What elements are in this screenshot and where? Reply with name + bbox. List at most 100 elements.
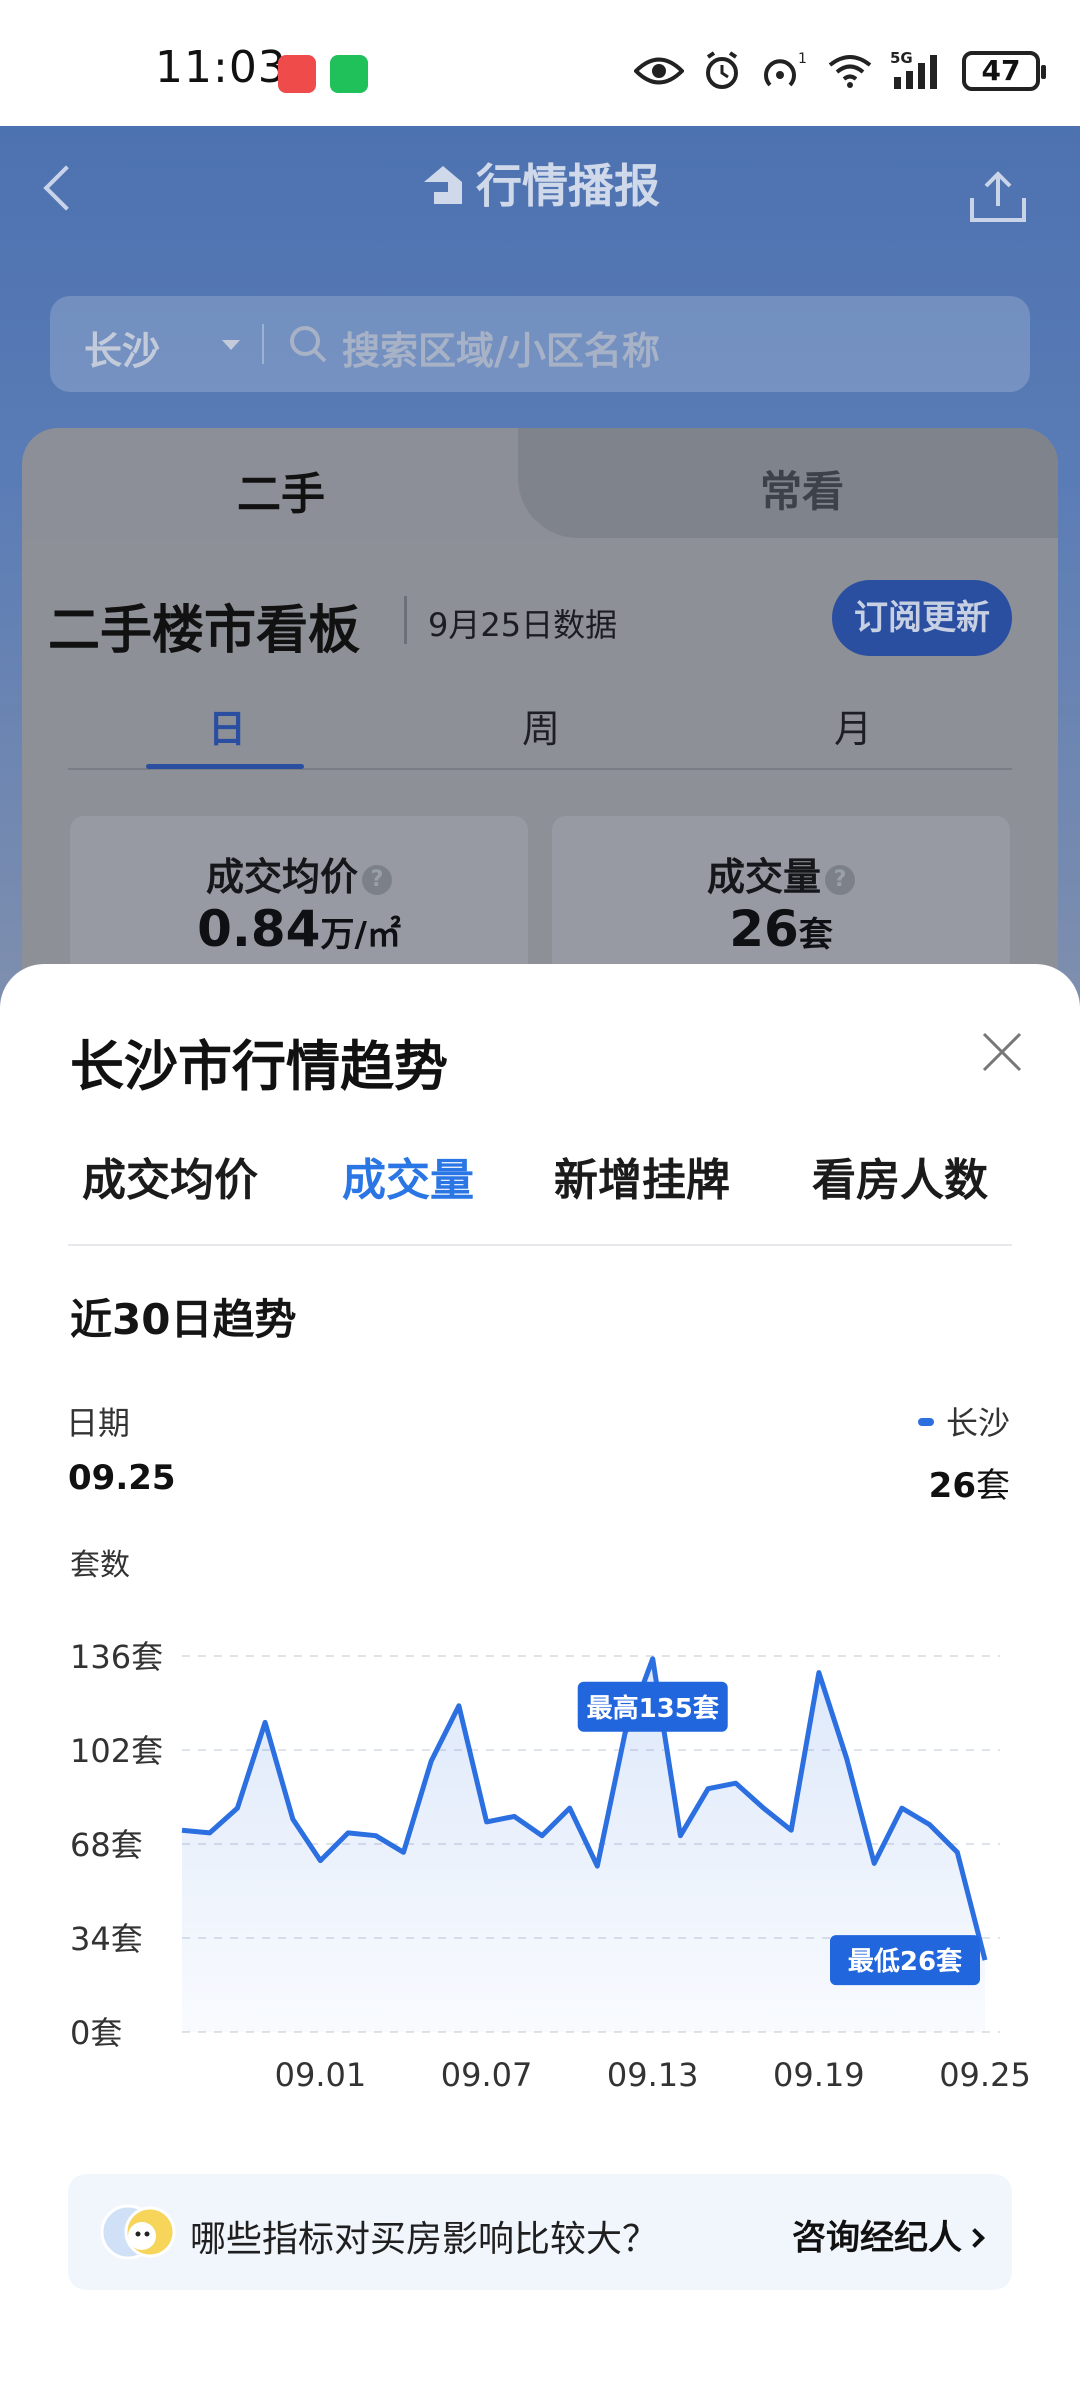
y-tick-label: 136套	[70, 1638, 163, 1676]
data-point	[677, 1833, 683, 1839]
city-selector[interactable]: 长沙	[84, 320, 160, 375]
divider	[404, 596, 407, 644]
advisor-banner[interactable]: 哪些指标对买房影响比较大？ 咨询经纪人	[68, 2174, 1012, 2290]
data-point	[234, 1805, 240, 1811]
tab-frequent[interactable]: 常看	[760, 458, 844, 519]
huawei-app-icon	[278, 55, 316, 93]
data-point	[844, 1755, 850, 1761]
battery-indicator: 47	[962, 51, 1046, 91]
period-tab-month[interactable]: 月	[834, 698, 872, 753]
eye-icon	[634, 57, 684, 85]
status-bar: 11:03 1 5G 47	[0, 0, 1080, 126]
chart-legend: 长沙	[917, 1398, 1010, 1444]
stat-unit: 套	[798, 915, 833, 955]
data-point	[927, 1822, 933, 1828]
share-icon[interactable]	[968, 170, 1028, 226]
wifi-icon	[828, 55, 872, 88]
data-point	[594, 1863, 600, 1869]
consult-agent-link[interactable]: 咨询经纪人	[792, 2210, 985, 2259]
active-tab-indicator	[146, 764, 304, 769]
stat-unit: 万/㎡	[320, 915, 401, 955]
data-point	[401, 1849, 407, 1855]
period-tab-day[interactable]: 日	[208, 698, 246, 753]
x-tick-label: 09.25	[939, 2056, 1031, 2094]
tab-volume[interactable]: 成交量	[342, 1144, 474, 1208]
status-icons: 1 5G 47	[634, 46, 1046, 96]
search-input[interactable]: 搜索区域/小区名称	[342, 320, 660, 375]
trend-sheet: 长沙市行情趋势 成交均价 成交量 新增挂牌 看房人数 近30日趋势 日期 09.…	[0, 964, 1080, 2400]
close-icon[interactable]	[980, 1030, 1024, 1074]
stat-label: 成交均价	[205, 855, 358, 899]
y-tick-label: 102套	[70, 1732, 163, 1770]
period-tab-week[interactable]: 周	[522, 698, 560, 753]
data-point	[871, 1860, 877, 1866]
data-point	[650, 1656, 656, 1662]
data-point	[567, 1805, 573, 1811]
divider	[68, 1244, 1012, 1246]
stat-label: 成交量	[706, 855, 821, 899]
data-point	[262, 1719, 268, 1725]
signal-icon: 5G	[890, 49, 944, 91]
y-tick-label: 0套	[70, 2014, 122, 2052]
data-point	[705, 1786, 711, 1792]
search-bar[interactable]: 长沙 搜索区域/小区名称	[50, 296, 1030, 392]
chevron-right-icon	[965, 2228, 985, 2248]
banner-question: 哪些指标对买房影响比较大？	[190, 2219, 659, 2260]
x-tick-label: 09.01	[275, 2056, 367, 2094]
annotation-label: 最低26套	[848, 1947, 963, 1977]
data-point	[456, 1703, 462, 1709]
data-point	[290, 1816, 296, 1822]
help-icon[interactable]: ?	[825, 865, 855, 895]
legend-swatch	[917, 1418, 934, 1426]
y-tick-label: 68套	[70, 1826, 143, 1864]
date-label: 日期	[66, 1404, 131, 1442]
data-point	[179, 1827, 185, 1833]
data-point	[345, 1830, 351, 1836]
svg-text:1: 1	[798, 51, 807, 67]
status-time: 11:03	[155, 42, 287, 93]
data-point	[954, 1849, 960, 1855]
data-point	[484, 1819, 490, 1825]
sheet-title: 长沙市行情趋势	[70, 1035, 448, 1098]
volume-trend-chart[interactable]: 0套 34套 68套 102套 136套 09.01 09.07 09.13 09.19 09.2…	[0, 1584, 1080, 2104]
y-tick-label: 34套	[70, 1920, 143, 1958]
app-logo-icon	[424, 166, 462, 204]
data-point	[760, 1805, 766, 1811]
date-value: 09.25	[68, 1458, 176, 1498]
board-title: 二手楼市看板	[48, 601, 361, 661]
data-point	[539, 1833, 545, 1839]
stat-value: 26	[729, 900, 799, 958]
x-tick-label: 09.13	[607, 2056, 699, 2094]
board-date: 9月25日数据	[428, 606, 618, 644]
subscribe-button[interactable]: 订阅更新	[832, 580, 1012, 656]
tab-new-listings[interactable]: 新增挂牌	[554, 1144, 730, 1208]
page-title: 行情播报	[0, 150, 1080, 216]
alarm-icon	[706, 51, 738, 89]
hotspot-icon: 1	[764, 51, 807, 87]
data-point	[816, 1670, 822, 1676]
stat-value: 0.84	[197, 900, 321, 958]
data-point	[899, 1805, 905, 1811]
tab-avg-price[interactable]: 成交均价	[82, 1144, 258, 1208]
y-axis-label: 套数	[70, 1548, 130, 1583]
x-tick-label: 09.19	[773, 2056, 865, 2094]
data-point	[788, 1827, 794, 1833]
legend-value: 26套	[928, 1466, 1010, 1506]
search-icon	[290, 326, 327, 363]
search-divider	[262, 324, 264, 364]
wechat-icon	[330, 55, 368, 93]
data-point	[511, 1813, 517, 1819]
x-tick-label: 09.07	[441, 2056, 533, 2094]
legend-label: 长沙	[945, 1404, 1010, 1442]
data-point	[373, 1833, 379, 1839]
trend-title: 近30日趋势	[70, 1295, 297, 1344]
data-point	[733, 1780, 739, 1786]
tab-secondhand[interactable]: 二手	[237, 458, 325, 522]
chevron-down-icon	[222, 340, 240, 350]
mascot-avatar-icon	[100, 2204, 176, 2260]
tab-viewers[interactable]: 看房人数	[812, 1144, 988, 1208]
data-point	[207, 1830, 213, 1836]
annotation-label: 最高135套	[587, 1693, 720, 1724]
data-point	[428, 1758, 434, 1764]
help-icon[interactable]: ?	[362, 865, 392, 895]
